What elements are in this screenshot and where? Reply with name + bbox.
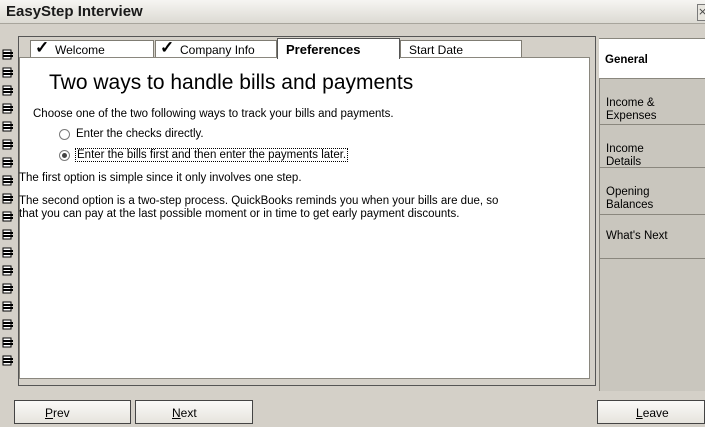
tab-label: Welcome: [55, 43, 105, 57]
paragraph-second-option-line2: that you can pay at the last possible mo…: [19, 208, 460, 220]
option-label: Enter the bills first and then enter the…: [75, 148, 349, 162]
binding-ring-icon: [2, 319, 14, 330]
binding-ring-icon: [2, 193, 14, 204]
binding-ring-icon: [2, 229, 14, 240]
tab-start-date[interactable]: Start Date: [400, 40, 522, 58]
sidebar: General Income & Expenses Income Details…: [599, 38, 705, 391]
binding-ring-icon: [2, 157, 14, 168]
paragraph-first-option: The first option is simple since it only…: [19, 172, 302, 184]
title-bar: EasyStep Interview ×: [0, 0, 705, 24]
sidebar-item-label: Income & Expenses: [606, 97, 657, 122]
binding-ring-icon: [2, 211, 14, 222]
binding-ring-icon: [2, 247, 14, 258]
sidebar-item-label: General: [605, 54, 648, 66]
binding-ring-icon: [2, 103, 14, 114]
sidebar-item-label: What's Next: [606, 230, 668, 242]
sidebar-item-whats-next[interactable]: What's Next: [599, 214, 705, 258]
checkmark-icon: ✓: [35, 38, 50, 57]
binding-ring-icon: [2, 355, 14, 366]
sidebar-item-income-expenses[interactable]: Income & Expenses: [599, 78, 705, 124]
window-title: EasyStep Interview: [6, 3, 143, 20]
tab-welcome[interactable]: ✓ Welcome: [30, 38, 154, 58]
tab-label: Start Date: [409, 43, 464, 57]
binding-ring-icon: [2, 337, 14, 348]
binding-ring-icon: [2, 121, 14, 132]
sidebar-item-label: Income Details: [606, 143, 644, 168]
checkmark-icon: ✓: [160, 38, 175, 57]
sidebar-item-income-details[interactable]: Income Details: [599, 124, 705, 168]
tab-preferences[interactable]: Preferences: [277, 38, 400, 59]
leave-button[interactable]: Leave: [597, 400, 705, 424]
radio-button[interactable]: [59, 129, 70, 140]
binding-ring-icon: [2, 301, 14, 312]
radio-selected-dot: [62, 153, 67, 158]
close-icon[interactable]: ×: [697, 4, 705, 21]
tab-company-info[interactable]: ✓ Company Info: [155, 38, 277, 58]
next-button[interactable]: Next: [135, 400, 253, 424]
sidebar-item-general[interactable]: General: [599, 38, 705, 78]
binding-ring-icon: [2, 265, 14, 276]
sidebar-filler: [599, 258, 705, 391]
binding-ring-icon: [2, 85, 14, 96]
prev-button-label: Prev: [45, 406, 70, 420]
next-button-label: Next: [172, 406, 197, 420]
binding-ring-icon: [2, 283, 14, 294]
page-title: Two ways to handle bills and payments: [49, 71, 414, 94]
intro-text: Choose one of the two following ways to …: [33, 108, 394, 120]
binding-ring-icon: [2, 49, 14, 60]
radio-button[interactable]: [59, 150, 70, 161]
option-label: Enter the checks directly.: [76, 128, 204, 140]
sidebar-item-opening-balances[interactable]: Opening Balances: [599, 167, 705, 214]
prev-button[interactable]: Prev: [14, 400, 131, 424]
tab-label: Company Info: [180, 43, 255, 57]
binding-ring-icon: [2, 175, 14, 186]
leave-button-label: Leave: [636, 406, 669, 420]
tab-label: Preferences: [286, 42, 361, 57]
sidebar-item-label: Opening Balances: [606, 186, 654, 211]
paragraph-second-option-line1: The second option is a two-step process.…: [19, 195, 499, 207]
binding-ring-icon: [2, 139, 14, 150]
binding-ring-icon: [2, 67, 14, 78]
